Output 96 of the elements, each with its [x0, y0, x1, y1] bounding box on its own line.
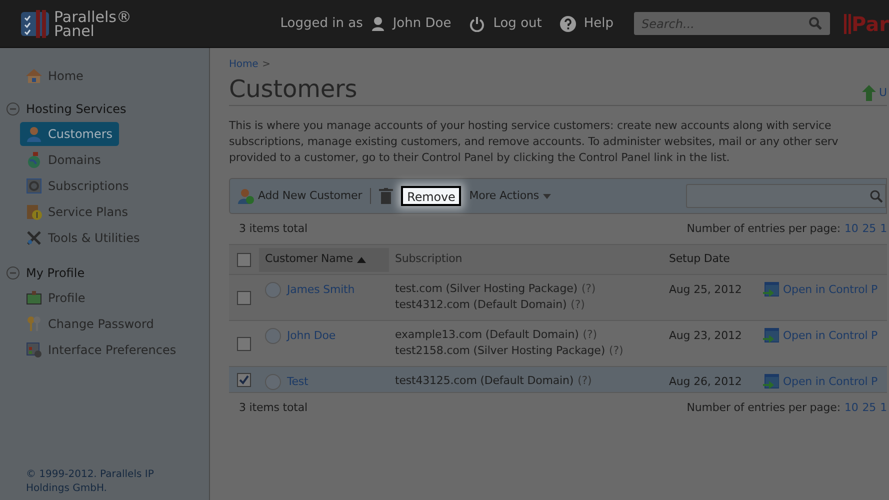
trash-icon [379, 188, 394, 204]
sidebar-item[interactable]: Tools & Utilities [20, 226, 146, 250]
section-title: Hosting Services [26, 101, 126, 118]
per-page-label: Number of entries per page: [686, 220, 840, 237]
window-arrow-icon [763, 374, 779, 390]
collapse-icon[interactable] [6, 266, 20, 280]
customer-link[interactable]: Test [287, 374, 308, 390]
collapse-icon[interactable] [6, 102, 20, 116]
checkmark-icon [239, 374, 249, 384]
subscription-text: test43125.com (Default Domain) [395, 373, 574, 389]
brand-text: Par [852, 14, 889, 34]
description-text: This is where you manage accounts of your hosting service customers: create new accounts along with service [229, 118, 832, 134]
items-total-text: 3 items total [239, 400, 308, 416]
search-icon [808, 17, 822, 30]
row-checkbox[interactable] [237, 372, 251, 386]
logout-link[interactable]: Log out [493, 14, 542, 34]
description-text: provided to a customer, go to their Control Panel by clicking the Control Panel link in the list. [229, 150, 731, 166]
control-panel-link[interactable]: Open in Control P [783, 374, 878, 390]
upload-arrow-icon [862, 84, 876, 101]
subscription-text: test4312.com (Default Domain) [395, 297, 567, 313]
customer-link[interactable]: James Smith [287, 282, 355, 298]
items-total-text: 3 items total [239, 220, 308, 237]
gear-icon [26, 178, 42, 194]
control-panel-link[interactable]: Open in Control P [783, 328, 878, 344]
house-icon [26, 68, 42, 84]
upload-link[interactable]: U [879, 84, 887, 101]
caret-icon [542, 194, 551, 198]
window-arrow-icon [763, 282, 779, 298]
help-hint-link[interactable]: (?) [570, 297, 585, 313]
status-circle-icon [265, 282, 281, 298]
column-header[interactable]: Customer Name [259, 248, 389, 272]
row-checkbox[interactable] [237, 336, 251, 350]
help-link[interactable]: Help [584, 14, 614, 34]
sidebar-item[interactable]: Home [20, 64, 90, 88]
column-header[interactable]: Subscription [389, 248, 663, 272]
person-icon [26, 126, 42, 142]
help-hint-link[interactable]: (?) [578, 373, 592, 389]
tools-icon [26, 230, 42, 246]
status-circle-icon [265, 328, 281, 344]
sidebar-item[interactable]: Subscriptions [20, 174, 135, 198]
help-hint-link[interactable]: (?) [581, 281, 596, 297]
status-circle-icon [265, 374, 281, 390]
page-title: Customers [229, 77, 358, 101]
filter-field[interactable] [686, 184, 886, 208]
per-page-link[interactable]: 25 [862, 220, 876, 238]
remove-button[interactable]: Remove [401, 186, 462, 206]
logo-text: Panel [54, 24, 94, 38]
user-icon [370, 16, 385, 31]
globe-icon [26, 152, 42, 168]
per-page-link[interactable]: 1 [880, 400, 887, 416]
logo-text: Parallels® [54, 10, 132, 24]
logged-in-label: Logged in as [280, 14, 363, 33]
subscription-text: example13.com (Default Domain) [395, 327, 579, 343]
select-all-checkbox[interactable] [237, 252, 251, 266]
breadcrumb-link[interactable]: Home [229, 57, 258, 72]
coin-icon [26, 204, 42, 220]
row-checkbox[interactable] [237, 290, 251, 304]
control-panel-link[interactable]: Open in Control P [783, 282, 878, 298]
subscription-text: test2158.com (Silver Hosting Package) [395, 343, 606, 359]
date-cell-text: Aug 25, 2012 [668, 282, 743, 298]
customer-link[interactable]: John Doe [287, 328, 336, 344]
add-customer-button[interactable]: Add New Customer [238, 188, 372, 204]
per-page-link[interactable]: 25 [862, 400, 876, 416]
user-link[interactable]: John Doe [392, 14, 452, 34]
keys-icon [26, 316, 42, 332]
date-cell-text: Aug 26, 2012 [668, 374, 743, 390]
window-arrow-icon [763, 328, 779, 344]
search-icon [870, 190, 883, 202]
sidebar-item[interactable]: Customers [20, 122, 119, 146]
per-page-link[interactable]: 10 [844, 400, 858, 416]
window-gear-icon [26, 342, 42, 358]
breadcrumb-separator: > [262, 58, 270, 72]
sidebar-item[interactable]: Profile [20, 286, 92, 310]
per-page-link[interactable]: 1 [880, 220, 887, 238]
id-card-icon [26, 290, 42, 306]
column-header[interactable]: Setup Date [663, 248, 763, 272]
subscription-text: test.com (Silver Hosting Package) [395, 281, 578, 297]
sort-up-icon [357, 256, 366, 262]
person-plus-icon [238, 188, 254, 204]
copyright-text: © 1999-2012. Parallels IP Holdings GmbH. [25, 468, 155, 496]
more-actions-button[interactable]: More Actions [469, 188, 551, 204]
date-cell-text: Aug 23, 2012 [668, 328, 743, 344]
sidebar-item[interactable]: Domains [20, 148, 107, 172]
sidebar-item[interactable]: Service Plans [20, 200, 134, 224]
help-icon [560, 16, 576, 32]
help-hint-link[interactable]: (?) [582, 327, 597, 343]
logo-icon [20, 8, 52, 38]
section-title: My Profile [26, 265, 85, 282]
sidebar-item[interactable]: Change Password [20, 312, 160, 336]
power-icon [469, 16, 486, 32]
sidebar-item[interactable]: Interface Preferences [20, 338, 182, 362]
per-page-label: Number of entries per page: [686, 400, 840, 416]
help-hint-link[interactable]: (?) [609, 343, 624, 359]
description-text: subscriptions, manage existing customers, and remove accounts. To administer websites, mail or any other serv [229, 134, 840, 150]
brand-bars-icon [844, 14, 852, 34]
per-page-link[interactable]: 10 [844, 220, 858, 238]
